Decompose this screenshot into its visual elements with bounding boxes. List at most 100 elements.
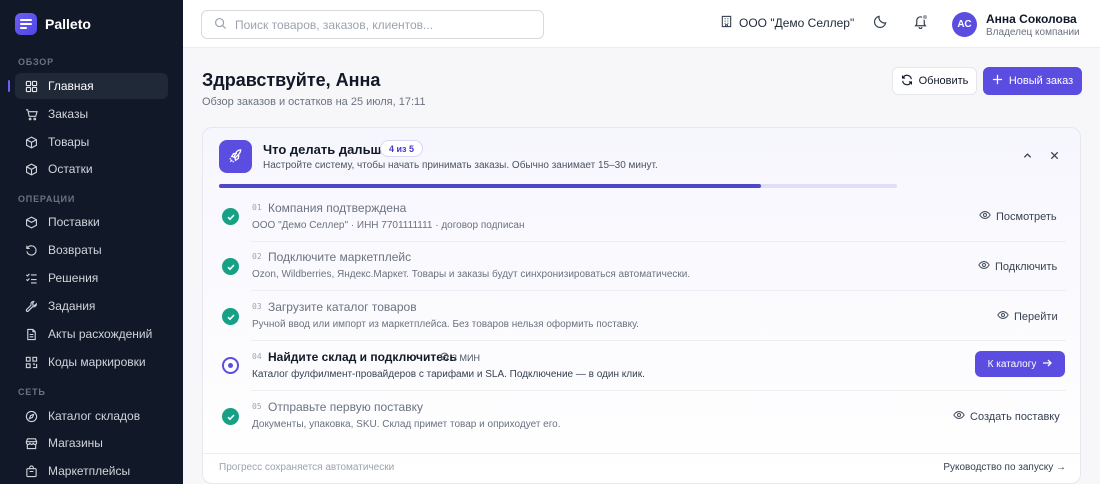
onboarding-card: Что делать дальше 4 из 5 Настройте систе… <box>202 127 1081 484</box>
avatar[interactable]: АС <box>952 12 977 37</box>
compass-icon <box>25 410 38 423</box>
sidebar-item-products[interactable]: Товары <box>15 129 168 155</box>
sidebar-item-supplies[interactable]: Поставки <box>15 209 168 235</box>
theme-toggle-button[interactable] <box>871 15 889 33</box>
new-order-label: Новый заказ <box>1008 75 1074 87</box>
document-icon <box>25 328 38 341</box>
refresh-label: Обновить <box>918 75 969 87</box>
user-name[interactable]: Анна Соколова <box>986 12 1077 26</box>
sidebar-item-home[interactable]: Главная <box>8 73 168 99</box>
onboarding-footer: Прогресс сохраняется автоматически Руков… <box>203 453 1080 483</box>
divider <box>251 290 1066 291</box>
step-title: Подключите маркетплейс <box>268 250 412 264</box>
org-switcher[interactable]: ООО "Демо Селлер" <box>720 15 854 31</box>
eye-icon <box>997 309 1009 324</box>
refresh-icon <box>901 74 913 89</box>
step-number: 02 <box>252 252 262 261</box>
sidebar-item-warehouse-catalog[interactable]: Каталог складов <box>15 403 168 429</box>
moon-icon <box>873 14 888 34</box>
step-number: 04 <box>252 352 262 361</box>
step-action-label: Создать поставку <box>970 410 1060 423</box>
checklist-icon <box>25 272 38 285</box>
step-description: Каталог фулфилмент-провайдеров с тарифам… <box>252 369 645 380</box>
eye-icon <box>978 259 990 274</box>
search-input[interactable]: Поиск товаров, заказов, клиентов... <box>201 10 544 39</box>
onboarding-step: 02 Подключите маркетплейс Ozon, Wildberr… <box>203 242 1080 291</box>
launch-guide-link[interactable]: Руководство по запуску → <box>943 462 1066 473</box>
sidebar-item-label: Каталог складов <box>48 409 141 423</box>
sidebar-item-label: Товары <box>48 135 90 149</box>
step-action-label: Перейти <box>1014 310 1058 323</box>
plus-icon <box>992 74 1003 88</box>
truck-icon <box>25 215 38 229</box>
current-step-indicator <box>222 357 239 374</box>
connect-marketplace-button[interactable]: Подключить <box>978 259 1057 274</box>
close-button[interactable] <box>1047 150 1061 164</box>
sidebar-item-decisions[interactable]: Решения <box>15 265 168 291</box>
view-company-button[interactable]: Посмотреть <box>979 209 1057 224</box>
wrench-icon <box>25 300 38 313</box>
sidebar-item-label: Задания <box>48 299 96 313</box>
step-title: Найдите склад и подключитесь <box>268 350 457 364</box>
check-icon <box>222 208 239 225</box>
sidebar-item-tasks[interactable]: Задания <box>15 293 168 319</box>
chevron-up-icon <box>1022 148 1033 166</box>
divider <box>251 340 1066 341</box>
onboarding-step: 05 Отправьте первую поставку Документы, … <box>203 392 1080 441</box>
step-action-label: Посмотреть <box>996 210 1057 223</box>
sidebar-item-label: Остатки <box>48 162 93 176</box>
step-time-estimate: 3 МИН <box>440 352 480 363</box>
return-icon <box>25 244 38 257</box>
sidebar-item-stores[interactable]: Магазины <box>15 430 168 456</box>
sidebar-item-stock[interactable]: Остатки <box>15 156 168 182</box>
step-description: ООО "Демо Селлер" · ИНН 7701111111 · дог… <box>252 220 525 231</box>
nav-section-operations: ОПЕРАЦИИ <box>18 194 76 204</box>
brand-name: Palleto <box>45 16 91 32</box>
sidebar-item-orders[interactable]: Заказы <box>15 101 168 127</box>
divider <box>251 390 1066 391</box>
sidebar-item-label: Поставки <box>48 215 100 229</box>
brand[interactable]: Palleto <box>15 13 91 35</box>
cart-icon <box>25 108 38 121</box>
progress-fill <box>219 184 762 188</box>
rocket-icon <box>219 140 252 173</box>
to-catalog-button[interactable]: К каталогу <box>975 351 1065 377</box>
step-title: Отправьте первую поставку <box>268 400 423 414</box>
close-icon <box>1049 148 1060 166</box>
sidebar-item-returns[interactable]: Возвраты <box>15 237 168 263</box>
sidebar-item-label: Заказы <box>48 107 89 121</box>
step-description: Ozon, Wildberries, Яндекс.Маркет. Товары… <box>252 269 691 280</box>
step-number: 05 <box>252 402 262 411</box>
onboarding-step: 03 Загрузите каталог товаров Ручной ввод… <box>203 292 1080 341</box>
progress-badge: 4 из 5 <box>380 140 424 157</box>
step-number: 03 <box>252 302 262 311</box>
building-icon <box>720 15 733 31</box>
topbar: Поиск товаров, заказов, клиентов... ООО … <box>183 0 1100 48</box>
nav-section-overview: ОБЗОР <box>18 57 54 67</box>
store-icon <box>25 437 38 450</box>
sidebar-item-discrepancy-acts[interactable]: Акты расхождений <box>15 321 168 347</box>
notifications-button[interactable] <box>911 14 929 33</box>
check-icon <box>222 258 239 275</box>
notification-dot <box>922 14 928 20</box>
step-description: Ручной ввод или импорт из маркетплейса. … <box>252 319 639 330</box>
nav-section-network: СЕТЬ <box>18 387 46 397</box>
grid-icon <box>25 80 38 93</box>
create-shipment-button[interactable]: Создать поставку <box>953 409 1060 424</box>
check-icon <box>222 408 239 425</box>
collapse-button[interactable] <box>1020 150 1034 164</box>
step-title: Компания подтверждена <box>268 201 407 215</box>
sidebar-item-label: Главная <box>48 79 94 93</box>
sidebar-item-marketplaces[interactable]: Маркетплейсы <box>15 458 168 484</box>
onboarding-description: Настройте систему, чтобы начать принимат… <box>263 160 658 171</box>
sidebar-item-label: Магазины <box>48 436 103 450</box>
clock-icon <box>440 352 449 363</box>
sidebar-item-label: Маркетплейсы <box>48 464 131 478</box>
eye-icon <box>979 209 991 224</box>
sidebar-item-marking-codes[interactable]: Коды маркировки <box>15 349 168 375</box>
new-order-button[interactable]: Новый заказ <box>983 67 1082 95</box>
go-to-catalog-button[interactable]: Перейти <box>997 309 1058 324</box>
onboarding-step-current: 04 Найдите склад и подключитесь 3 МИН Ка… <box>203 342 1080 391</box>
sidebar-item-label: Коды маркировки <box>48 355 146 369</box>
refresh-button[interactable]: Обновить <box>892 67 977 95</box>
